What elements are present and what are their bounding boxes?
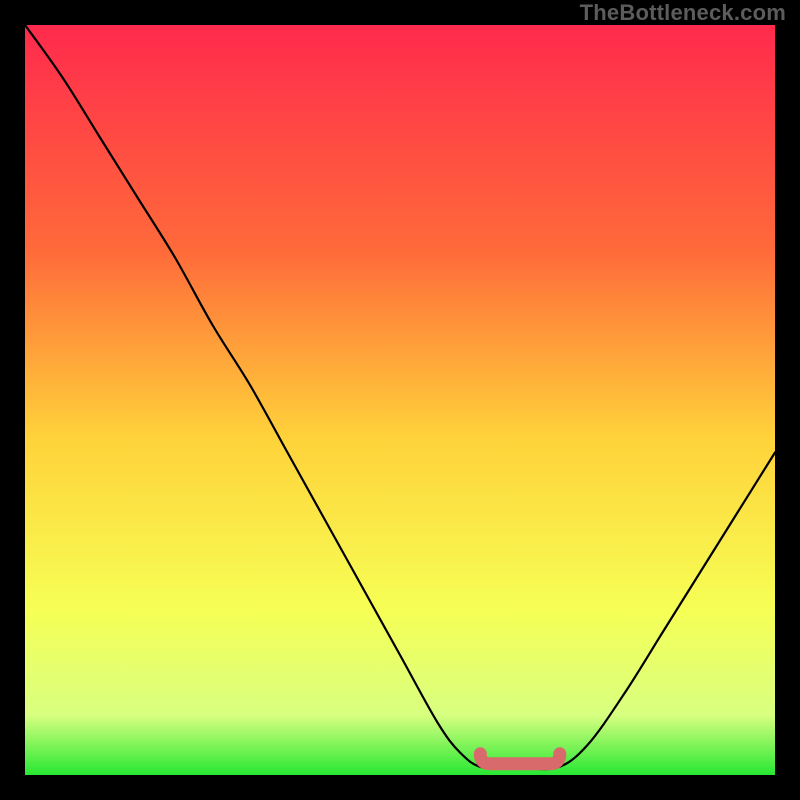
watermark-text: TheBottleneck.com	[580, 0, 786, 26]
bottleneck-chart	[25, 25, 775, 775]
gradient-background	[25, 25, 775, 775]
chart-frame	[12, 12, 788, 788]
